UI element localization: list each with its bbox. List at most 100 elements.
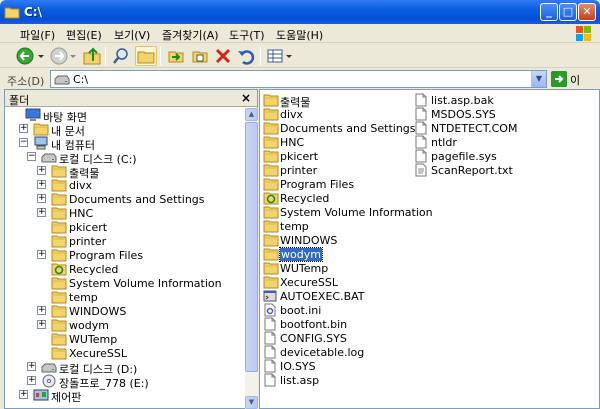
file-item-label: ntldr xyxy=(431,136,457,149)
window-title: C:\ xyxy=(24,5,42,19)
file-icon xyxy=(263,373,277,390)
tree-item-label: Program Files xyxy=(69,249,144,262)
menu-favorites[interactable]: 즐겨찾기(A) xyxy=(162,27,219,43)
back-button[interactable] xyxy=(16,46,46,66)
folders-pane-header: 폴더 × xyxy=(5,90,257,107)
search-icon xyxy=(113,48,128,64)
tree-item-label: Documents and Settings xyxy=(69,193,205,206)
tree-item-label: wodym xyxy=(69,319,109,332)
expand-icon[interactable]: + xyxy=(37,166,46,175)
file-item-label: list.asp xyxy=(280,374,320,387)
file-item-label: pagefile.sys xyxy=(431,150,497,163)
views-icon xyxy=(267,49,292,63)
forward-button[interactable] xyxy=(50,46,78,66)
file-item-label: list.asp.bak xyxy=(431,94,494,107)
file-item-label: System Volume Information xyxy=(280,206,433,219)
expand-icon[interactable]: + xyxy=(27,376,36,385)
expand-icon[interactable]: + xyxy=(37,306,46,315)
file-item-label: HNC xyxy=(280,136,305,149)
expand-icon[interactable]: + xyxy=(27,362,36,371)
file-item-label: ScanReport.txt xyxy=(431,164,513,177)
tree-item-label: 제어판 xyxy=(51,391,82,404)
expand-icon[interactable]: + xyxy=(37,320,46,329)
tree-item-label: HNC xyxy=(69,207,94,220)
up-folder-button[interactable] xyxy=(82,46,102,66)
file-item-label: WUTemp xyxy=(280,262,329,275)
collapse-icon[interactable]: − xyxy=(19,138,28,147)
folders-pane-close-button[interactable]: × xyxy=(241,91,251,105)
scroll-down-button[interactable]: ▼ xyxy=(245,396,258,409)
file-item-label: AUTOEXEC.BAT xyxy=(280,290,365,303)
move-to-icon xyxy=(168,51,184,63)
expand-icon[interactable]: + xyxy=(37,208,46,217)
expand-icon[interactable]: + xyxy=(19,124,28,133)
tree-item-label: printer xyxy=(69,235,107,248)
file-item-label: WINDOWS xyxy=(280,234,338,247)
folder-up-icon xyxy=(83,47,101,65)
tree-item-label: WINDOWS xyxy=(69,305,127,318)
expand-icon[interactable]: + xyxy=(37,250,46,259)
file-item-label: temp xyxy=(280,220,309,233)
file-item-label: bootfont.bin xyxy=(280,318,348,331)
menu-file[interactable]: 파일(F) xyxy=(20,27,55,43)
menu-bar: 파일(F) 편집(E) 보기(V) 즐겨찾기(A) 도구(T) 도움말(H) xyxy=(0,24,600,43)
file-item-label: MSDOS.SYS xyxy=(431,108,496,121)
address-dropdown-button[interactable]: ▼ xyxy=(531,71,546,87)
menu-tools[interactable]: 도구(T) xyxy=(229,27,265,43)
folders-pane-title: 폴더 xyxy=(9,94,30,107)
expand-icon[interactable]: + xyxy=(19,390,28,399)
address-value: C:\ xyxy=(73,73,89,86)
address-input[interactable]: C:\ ▼ xyxy=(50,70,547,88)
file-item-label: XecureSSL xyxy=(280,276,338,289)
undo-button[interactable] xyxy=(236,46,256,66)
delete-icon xyxy=(215,48,231,64)
folders-icon xyxy=(137,51,155,64)
collapse-icon[interactable]: − xyxy=(27,152,36,161)
folders-button[interactable] xyxy=(135,46,157,66)
views-button[interactable] xyxy=(266,46,294,66)
file-item-label: divx xyxy=(280,108,304,121)
tree-item-label: WUTemp xyxy=(69,333,118,346)
tree-item-label: Recycled xyxy=(69,263,119,276)
menu-edit[interactable]: 편집(E) xyxy=(66,27,102,43)
file-item-label: CONFIG.SYS xyxy=(280,332,347,345)
tree-item-label: System Volume Information xyxy=(69,277,222,290)
tree-item-label: pkicert xyxy=(69,221,108,234)
title-bar[interactable]: C:\ _ □ ✕ xyxy=(0,0,600,24)
file-item-label: wodym xyxy=(279,247,323,262)
copy-to-icon xyxy=(192,51,208,63)
file-item-label: devicetable.log xyxy=(280,346,365,359)
scroll-thumb[interactable] xyxy=(245,122,258,372)
drive-icon xyxy=(54,75,70,85)
expand-icon[interactable]: + xyxy=(37,194,46,203)
search-button[interactable] xyxy=(111,46,131,66)
back-arrow-icon xyxy=(16,47,44,65)
file-item-label: NTDETECT.COM xyxy=(431,122,518,135)
close-button[interactable]: ✕ xyxy=(578,3,596,21)
file-item-label: boot.ini xyxy=(280,304,322,317)
menu-help[interactable]: 도움말(H) xyxy=(276,27,323,43)
folder-tree-scrollbar[interactable]: ▲ ▼ xyxy=(245,108,258,409)
folder-icon xyxy=(4,7,20,19)
copy-to-button[interactable] xyxy=(190,46,210,66)
address-bar: 주소(D) C:\ ▼ 이동 xyxy=(0,69,600,103)
maximize-button[interactable]: □ xyxy=(559,3,577,21)
menu-view[interactable]: 보기(V) xyxy=(114,27,150,43)
expand-icon[interactable]: + xyxy=(37,180,46,189)
go-arrow-icon xyxy=(551,71,567,87)
file-item-label: Recycled xyxy=(280,192,330,205)
delete-button[interactable] xyxy=(213,46,233,66)
scroll-up-button[interactable]: ▲ xyxy=(245,108,258,121)
minimize-button[interactable]: _ xyxy=(540,3,558,21)
file-list-pane: 출력물 divx Documents and Settings HNC pkicert p… xyxy=(259,89,600,409)
tree-item-label: temp xyxy=(69,291,98,304)
txt-file-icon xyxy=(414,163,428,180)
file-item-label: IO.SYS xyxy=(280,360,316,373)
folder-tree: 바탕 화면 + 내 문서 − 내 컴퓨터 − 로컬 디스크 (C:) + 출력물 + divx + Do… xyxy=(5,108,243,408)
undo-icon xyxy=(238,50,255,65)
control-panel-icon xyxy=(33,388,49,405)
file-item-label: Program Files xyxy=(280,178,355,191)
toolbar xyxy=(0,44,600,68)
tree-item-label: XecureSSL xyxy=(69,347,127,360)
move-to-button[interactable] xyxy=(166,46,186,66)
